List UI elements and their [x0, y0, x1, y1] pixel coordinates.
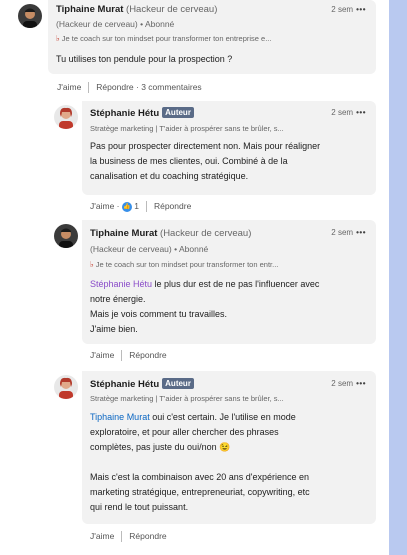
comment-text-line: complètes, pas juste du oui/non 😉 [90, 442, 231, 452]
comment-text-line: canalisation et du coaching stratégique. [90, 171, 249, 181]
comment-bubble: Stéphanie Hétu Auteur Stratège marketing … [82, 101, 376, 195]
reply-button[interactable]: Répondre [129, 350, 166, 360]
author-headline: Je te coach sur ton mindset pour transfo… [95, 260, 279, 269]
comment-time: 2 sem [331, 379, 354, 388]
like-button[interactable]: J'aime [90, 350, 114, 360]
comment-text-line: exploratoire, et pour aller chercher des… [90, 427, 279, 437]
mention-link[interactable]: Stéphanie Hétu [90, 279, 152, 289]
comment-time: 2 sem [331, 108, 354, 117]
comment-time: 2 sem [331, 228, 354, 237]
comment-text-line: marketing stratégique, entrepreneuriat, … [90, 487, 310, 497]
like-reaction-icon[interactable]: 👍 [121, 201, 132, 212]
author-name[interactable]: Tiphaine Murat [90, 228, 157, 239]
author-badge: Auteur [162, 378, 194, 389]
scrollbar[interactable] [389, 0, 407, 555]
comment-text: oui c'est certain. Je l'utilise en mode [149, 412, 296, 422]
reply-button[interactable]: Répondre [154, 201, 191, 211]
comment-text-line: Pas pour prospecter directement non. Mai… [90, 141, 321, 151]
follow-status: Abonné [144, 19, 175, 29]
comment-bubble: Tiphaine Murat (Hackeur de cerveau) (Hac… [48, 0, 376, 74]
author-headline: Stratège marketing | T'aider à prospérer… [90, 124, 284, 133]
comments-count[interactable]: 3 commentaires [141, 82, 201, 92]
follow-status: Abonné [178, 244, 209, 254]
avatar[interactable] [54, 105, 78, 129]
tie-icon: ♭ [90, 260, 94, 269]
comment-text-line: notre énergie. [90, 294, 146, 304]
comment-text-line: J'aime bien. [90, 324, 138, 334]
comment-text-line: qui rend le tout puissant. [90, 502, 189, 512]
comment-actions: J'aime Répondre [90, 350, 167, 362]
comment-text-line: Mais c'est la combinaison avec 20 ans d'… [90, 472, 310, 482]
divider [121, 350, 123, 362]
comment-bubble: Tiphaine Murat (Hackeur de cerveau) (Hac… [82, 220, 376, 344]
author-name[interactable]: Tiphaine Murat [56, 4, 123, 15]
more-dots-icon[interactable]: ••• [356, 379, 366, 388]
divider [121, 531, 123, 543]
like-button[interactable]: J'aime [90, 201, 114, 211]
author-headline: Je te coach sur ton mindset pour transfo… [61, 34, 272, 43]
more-dots-icon[interactable]: ••• [356, 108, 366, 117]
comment-actions: J'aime Répondre · 3 commentaires [57, 82, 202, 94]
comment-text: le plus dur est de ne pas l'influencer a… [152, 279, 320, 289]
author-name[interactable]: Stéphanie Hétu [90, 379, 159, 390]
like-button[interactable]: J'aime [57, 82, 81, 92]
comment-text-line: la business de mes clientes, oui. Combin… [90, 156, 288, 166]
author-name[interactable]: Stéphanie Hétu [90, 108, 159, 119]
author-badge: Auteur [162, 107, 194, 118]
reply-button[interactable]: Répondre [129, 531, 166, 541]
author-nickname-2: (Hackeur de cerveau) [56, 19, 138, 29]
avatar[interactable] [18, 4, 42, 28]
avatar[interactable] [54, 224, 78, 248]
comment-actions: J'aime · 👍 1 Répondre [90, 201, 192, 213]
comment-bubble: Stéphanie Hétu Auteur Stratège marketing … [82, 371, 376, 524]
mention-link[interactable]: Tiphaine Murat [90, 412, 150, 422]
more-dots-icon[interactable]: ••• [356, 228, 366, 237]
comment-text: Tu utilises ton pendule pour la prospect… [56, 54, 233, 64]
author-nickname-2: (Hackeur de cerveau) [90, 244, 172, 254]
author-nickname: (Hackeur de cerveau) [160, 228, 252, 239]
author-nickname: (Hackeur de cerveau) [126, 4, 218, 15]
divider [145, 201, 147, 213]
avatar[interactable] [54, 375, 78, 399]
comment-time: 2 sem [331, 5, 354, 14]
reaction-count[interactable]: 1 [134, 201, 139, 211]
more-dots-icon[interactable]: ••• [356, 5, 366, 14]
comment-text-line: Mais je vois comment tu travailles. [90, 309, 228, 319]
tie-icon: ♭ [56, 34, 60, 43]
divider [88, 82, 90, 94]
like-button[interactable]: J'aime [90, 531, 114, 541]
reply-button[interactable]: Répondre [96, 82, 133, 92]
comment-actions: J'aime Répondre [90, 531, 167, 543]
author-headline: Stratège marketing | T'aider à prospérer… [90, 394, 284, 403]
